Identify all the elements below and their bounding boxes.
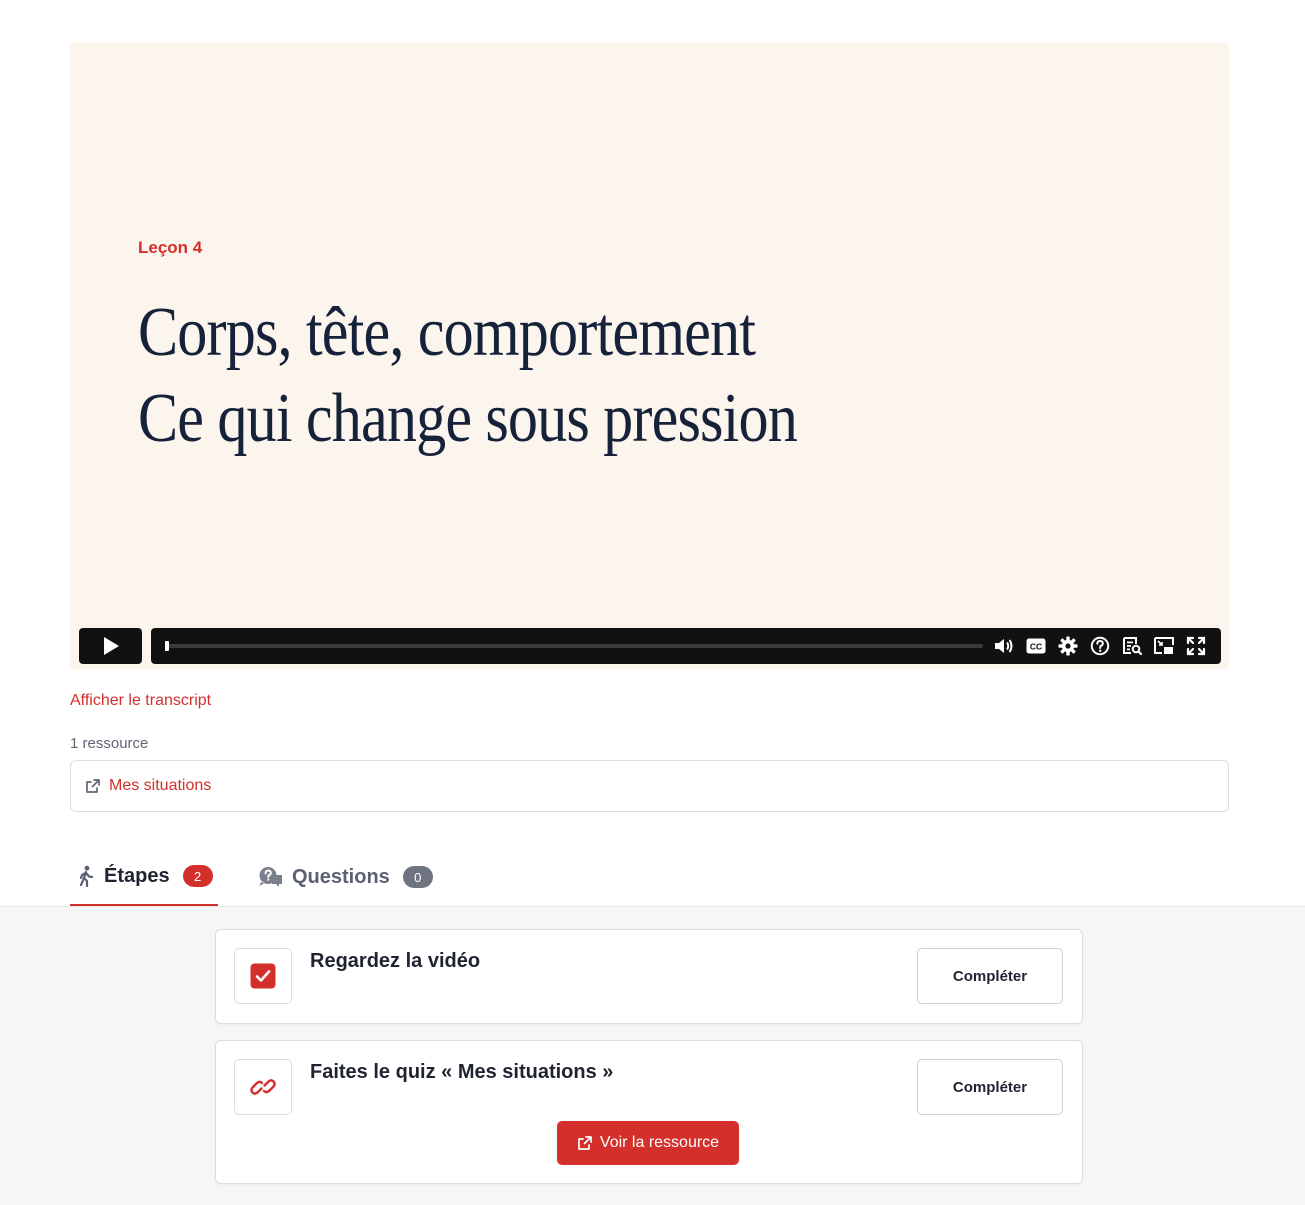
question-bubbles-icon (259, 867, 282, 887)
video-title: Corps, tête, comportement Ce qui change … (138, 290, 798, 462)
transcript-icon (1123, 637, 1142, 656)
resource-count: 1 ressource (70, 735, 149, 752)
video-player[interactable]: Leçon 4 Corps, tête, comportement Ce qui… (70, 42, 1229, 670)
video-title-line-1: Corps, tête, comportement (138, 294, 756, 371)
tab-steps-label: Étapes (104, 864, 170, 887)
volume-icon (995, 639, 1013, 653)
settings-icon (1058, 636, 1078, 656)
link-icon (250, 1079, 276, 1095)
play-button[interactable] (79, 628, 142, 664)
tab-steps-count-badge: 2 (182, 865, 213, 887)
view-resource-label: Voir la ressource (599, 1134, 720, 1151)
resource-item[interactable]: Mes situations (70, 760, 1229, 812)
view-resource-button[interactable]: Voir la ressource (557, 1121, 739, 1165)
picture-in-picture-icon (1154, 637, 1174, 654)
external-link-icon (578, 1136, 592, 1150)
settings-button[interactable] (1057, 635, 1079, 657)
step-status[interactable] (234, 1059, 292, 1115)
progress-bar[interactable] (165, 641, 983, 651)
step-status[interactable] (234, 948, 292, 1004)
tab-questions-count-badge: 0 (402, 866, 433, 888)
progress-handle[interactable] (165, 641, 170, 651)
step-title: Regardez la vidéo (310, 950, 481, 972)
resource-item-label: Mes situations (109, 777, 212, 794)
closed-captions-icon: CC (1026, 638, 1046, 654)
show-transcript-link[interactable]: Afficher le transcript (70, 692, 211, 710)
tab-steps[interactable]: Étapes 2 (70, 848, 218, 906)
external-link-icon (86, 779, 100, 793)
fullscreen-button[interactable] (1185, 635, 1207, 657)
complete-button[interactable]: Compléter (917, 948, 1063, 1004)
play-icon (103, 637, 119, 655)
step-card: Faites le quiz « Mes situations » Complé… (215, 1040, 1083, 1184)
checkbox-checked-icon (250, 963, 276, 989)
step-title: Faites le quiz « Mes situations » (310, 1061, 614, 1083)
picture-in-picture-button[interactable] (1153, 635, 1175, 657)
lesson-label: Leçon 4 (138, 238, 203, 257)
video-title-line-2: Ce qui change sous pression (138, 380, 798, 457)
fullscreen-icon (1186, 636, 1206, 656)
tab-questions-label: Questions (292, 865, 390, 888)
volume-button[interactable] (993, 635, 1015, 657)
tab-questions[interactable]: Questions 0 (258, 848, 433, 906)
captions-button[interactable]: CC (1025, 635, 1047, 657)
transcript-button[interactable] (1121, 635, 1143, 657)
help-button[interactable] (1089, 635, 1111, 657)
complete-button[interactable]: Compléter (917, 1059, 1063, 1115)
help-icon (1090, 636, 1110, 656)
walking-person-icon (79, 865, 94, 887)
step-card: Regardez la vidéo Compléter (215, 929, 1083, 1024)
svg-text:CC: CC (1030, 642, 1042, 652)
video-controls-bar: CC (151, 628, 1221, 664)
